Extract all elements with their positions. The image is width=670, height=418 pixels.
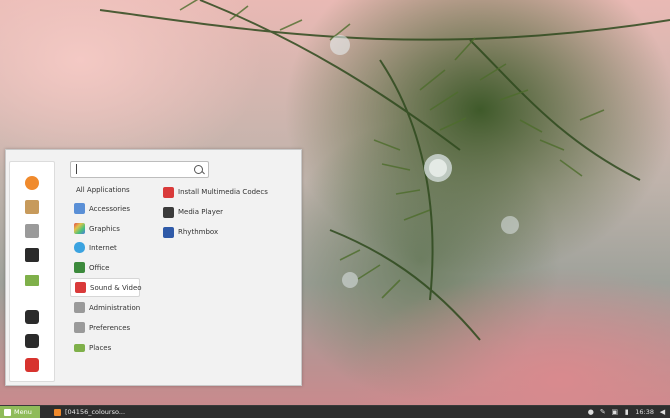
user-icon[interactable]: ●: [587, 408, 594, 416]
task-window-label: [04156_colourso...: [65, 408, 126, 416]
category-all-applications[interactable]: All Applications: [70, 181, 144, 198]
places-folder-icon: [74, 343, 85, 352]
accessories-icon: [74, 203, 85, 214]
favorite-lock-screen[interactable]: [25, 310, 39, 324]
category-label: Office: [89, 263, 110, 272]
category-places[interactable]: Places: [70, 339, 138, 356]
sound-video-icon: [75, 282, 86, 293]
mint-logo-icon: [4, 408, 11, 416]
firefox-icon: [25, 176, 39, 190]
folder-icon: [25, 274, 39, 286]
category-administration[interactable]: Administration: [70, 299, 141, 316]
administration-icon: [74, 302, 85, 313]
settings-icon: [25, 224, 39, 238]
volume-icon[interactable]: ◀: [659, 408, 666, 416]
category-label: Preferences: [89, 323, 131, 332]
favorite-logout[interactable]: [25, 334, 39, 348]
search-icon: [194, 165, 203, 174]
category-label: Sound & Video: [90, 283, 142, 292]
firefox-icon: [54, 408, 61, 416]
category-sound-video[interactable]: Sound & Video: [70, 278, 142, 297]
network-icon[interactable]: ▣: [611, 408, 618, 416]
system-tray: ● ✎ ▣ ▮ 16:38 ◀: [587, 406, 666, 418]
search-input[interactable]: [70, 161, 209, 178]
favorite-files[interactable]: [25, 272, 39, 286]
terminal-icon: [25, 248, 39, 262]
clock[interactable]: 16:38: [635, 408, 654, 416]
category-label: Graphics: [89, 224, 120, 233]
category-internet[interactable]: Internet: [70, 239, 138, 256]
app-label: Media Player: [178, 208, 224, 216]
category-preferences[interactable]: Preferences: [70, 319, 138, 336]
menu-button-label: Menu: [14, 408, 32, 416]
app-install-multimedia-codecs[interactable]: Install Multimedia Codecs: [163, 184, 268, 200]
category-accessories[interactable]: Accessories: [70, 200, 138, 217]
category-graphics[interactable]: Graphics: [70, 220, 138, 237]
internet-icon: [74, 242, 85, 253]
category-label: All Applications: [76, 185, 130, 194]
logout-icon: [25, 334, 39, 348]
app-media-player[interactable]: Media Player: [163, 204, 223, 220]
category-label: Administration: [89, 303, 141, 312]
category-office[interactable]: Office: [70, 259, 138, 276]
favorite-firefox[interactable]: [25, 176, 39, 190]
preferences-icon: [74, 322, 85, 333]
app-rhythmbox[interactable]: Rhythmbox: [163, 224, 218, 240]
text-caret: [76, 164, 77, 174]
favorite-terminal[interactable]: [25, 248, 39, 262]
favorites-bar: [9, 161, 55, 382]
favorite-settings[interactable]: [25, 224, 39, 238]
app-label: Rhythmbox: [178, 228, 219, 236]
media-player-icon: [163, 206, 174, 218]
application-menu: All Applications Accessories Graphics In…: [5, 149, 302, 386]
task-window-button[interactable]: [04156_colourso...: [54, 406, 132, 418]
favorite-software-manager[interactable]: [25, 200, 39, 214]
app-label: Install Multimedia Codecs: [178, 188, 268, 196]
category-label: Internet: [89, 243, 117, 252]
category-label: Accessories: [89, 204, 131, 213]
menu-button[interactable]: Menu: [0, 406, 40, 418]
power-icon: [25, 358, 39, 372]
codecs-icon: [163, 186, 174, 198]
battery-icon[interactable]: ▮: [623, 408, 630, 416]
office-icon: [74, 262, 85, 273]
software-manager-icon: [25, 200, 39, 214]
favorite-power[interactable]: [25, 358, 39, 372]
graphics-icon: [74, 223, 85, 234]
category-label: Places: [89, 343, 112, 352]
taskbar: Menu [04156_colourso... ● ✎ ▣ ▮ 16:38 ◀: [0, 405, 670, 418]
pen-icon[interactable]: ✎: [599, 408, 606, 416]
rhythmbox-icon: [163, 226, 174, 238]
lock-icon: [25, 310, 39, 324]
